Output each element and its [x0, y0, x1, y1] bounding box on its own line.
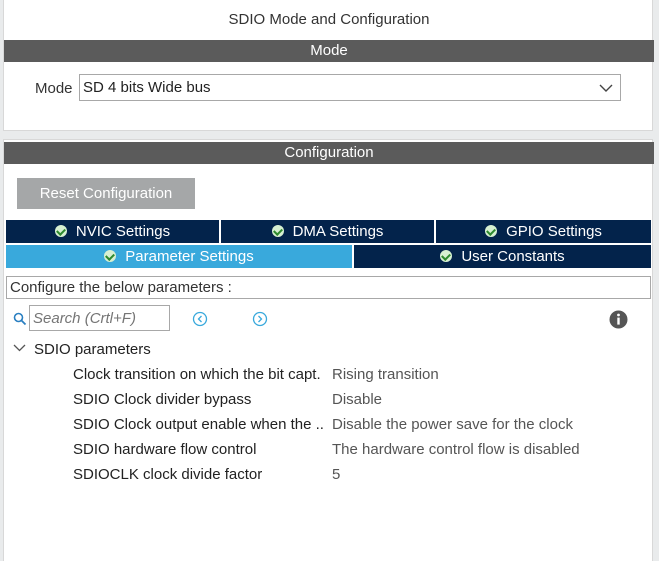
tab-label: DMA Settings	[292, 223, 384, 240]
configuration-bar: Configuration	[4, 142, 654, 164]
configuration-panel: Configuration Reset Configuration NVIC S…	[3, 139, 654, 561]
mode-bar: Mode	[4, 40, 654, 62]
search-input[interactable]	[29, 305, 170, 331]
mode-panel: SDIO Mode and Configuration Mode Mode SD…	[3, 0, 654, 131]
tab-user-constants[interactable]: User Constants	[354, 245, 651, 268]
configure-hint: Configure the below parameters :	[6, 276, 651, 299]
reset-configuration-button[interactable]: Reset Configuration	[17, 178, 195, 209]
param-value[interactable]: 5	[332, 466, 340, 483]
param-value[interactable]: Disable the power save for the clock	[332, 416, 573, 433]
mode-select-value: SD 4 bits Wide bus	[83, 79, 211, 96]
param-value[interactable]: Rising transition	[332, 366, 439, 383]
tab-label: NVIC Settings	[75, 223, 171, 240]
mode-select[interactable]: SD 4 bits Wide bus	[79, 74, 621, 101]
chevron-down-icon	[13, 344, 26, 352]
sdio-parameters-group[interactable]: SDIO parameters	[13, 341, 151, 358]
param-value[interactable]: Disable	[332, 391, 382, 408]
tab-gpio-settings[interactable]: GPIO Settings	[436, 220, 651, 243]
param-name: SDIO hardware flow control	[73, 441, 257, 458]
check-circle-icon	[440, 250, 453, 262]
sdio-config-window: SDIO Mode and Configuration Mode Mode SD…	[0, 0, 659, 561]
check-circle-icon	[104, 250, 117, 262]
tab-label: GPIO Settings	[506, 223, 602, 240]
param-name: SDIO Clock divider bypass	[73, 391, 252, 408]
check-circle-icon	[485, 225, 498, 237]
param-name: SDIO Clock output enable when the ..	[73, 416, 324, 433]
previous-match-icon[interactable]	[192, 311, 208, 327]
next-match-icon[interactable]	[252, 311, 268, 327]
param-value[interactable]: The hardware control flow is disabled	[332, 441, 580, 458]
search-icon	[13, 312, 27, 326]
param-name: Clock transition on which the bit capt.	[73, 366, 321, 383]
info-icon[interactable]	[609, 310, 628, 329]
tab-label: User Constants	[461, 248, 565, 265]
check-circle-icon	[271, 225, 284, 237]
tab-nvic-settings[interactable]: NVIC Settings	[6, 220, 219, 243]
panel-title: SDIO Mode and Configuration	[228, 11, 430, 28]
tab-parameter-settings[interactable]: Parameter Settings	[6, 245, 352, 268]
param-name: SDIOCLK clock divide factor	[73, 466, 263, 483]
tab-dma-settings[interactable]: DMA Settings	[221, 220, 434, 243]
tab-label: Parameter Settings	[125, 248, 254, 265]
group-title: SDIO parameters	[34, 341, 151, 358]
check-circle-icon	[54, 225, 67, 237]
mode-label: Mode	[35, 80, 73, 97]
chevron-down-icon	[599, 84, 613, 92]
